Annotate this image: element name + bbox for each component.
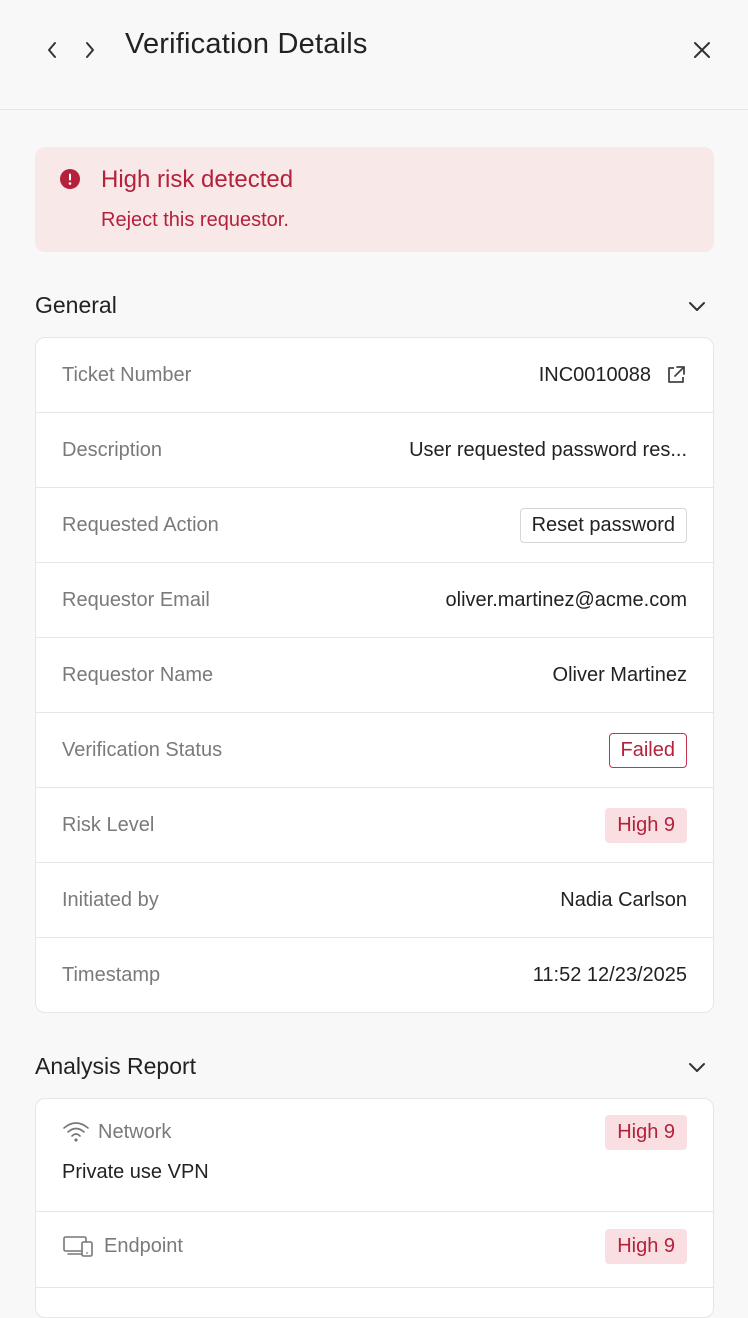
next-button[interactable]: [74, 34, 106, 66]
wifi-icon: [63, 1122, 89, 1142]
ticket-number-value: INC0010088: [538, 363, 651, 386]
row-risk-level: Risk Level High 9: [36, 788, 713, 863]
general-section-title: General: [35, 292, 117, 318]
timestamp-value: 11:52 12/23/2025: [532, 964, 687, 986]
row-label: Requestor Email: [62, 588, 210, 611]
analysis-item-label: Network: [98, 1120, 172, 1143]
previous-button[interactable]: [36, 34, 68, 66]
close-button[interactable]: [686, 34, 718, 66]
requested-action-tag: Reset password: [519, 507, 687, 543]
panel-header: Verification Details: [0, 0, 748, 110]
general-card: Ticket Number INC0010088 Description Use…: [35, 337, 714, 1013]
requestor-email-value: oliver.martinez@acme.com: [445, 588, 687, 611]
page-title: Verification Details: [125, 28, 368, 60]
risk-badge: High 9: [605, 1114, 687, 1150]
devices-icon: [63, 1236, 93, 1257]
chevron-down-icon[interactable]: [686, 1056, 708, 1078]
description-value: User requested password res...: [409, 438, 687, 461]
requestor-name-value: Oliver Martinez: [552, 663, 687, 686]
alert-title: High risk detected: [101, 166, 294, 193]
row-label: Risk Level: [62, 813, 155, 836]
analysis-item-network: Network High 9 Private use VPN: [36, 1099, 713, 1212]
row-label: Ticket Number: [62, 363, 192, 386]
initiated-by-value: Nadia Carlson: [560, 888, 687, 911]
risk-badge: High 9: [605, 807, 687, 843]
row-label: Requestor Name: [62, 663, 214, 686]
status-badge: Failed: [608, 732, 687, 768]
row-timestamp: Timestamp 11:52 12/23/2025: [36, 938, 713, 1012]
row-verification-status: Verification Status Failed: [36, 713, 713, 788]
row-requested-action: Requested Action Reset password: [36, 488, 713, 563]
close-icon: [694, 42, 710, 58]
row-label: Initiated by: [62, 888, 159, 911]
risk-alert: High risk detected Reject this requestor…: [35, 147, 714, 252]
row-requestor-name: Requestor Name Oliver Martinez: [36, 638, 713, 713]
row-requestor-email: Requestor Email oliver.martinez@acme.com: [36, 563, 713, 638]
alert-message: Reject this requestor.: [101, 209, 289, 231]
row-label: Timestamp: [62, 964, 161, 986]
row-label: Requested Action: [62, 513, 219, 536]
row-label: Verification Status: [62, 738, 223, 761]
risk-badge: High 9: [605, 1228, 687, 1264]
analysis-item-detail: Private use VPN: [62, 1161, 209, 1183]
row-description: Description User requested password res.…: [36, 413, 713, 488]
analysis-card: Network High 9 Private use VPN Endpoint …: [35, 1098, 714, 1318]
row-ticket-number: Ticket Number INC0010088: [36, 338, 713, 413]
chevron-down-icon[interactable]: [686, 295, 708, 317]
row-label: Description: [62, 438, 163, 461]
analysis-item-label: Endpoint: [104, 1234, 183, 1257]
external-link-icon[interactable]: [665, 364, 687, 386]
analysis-item-endpoint: Endpoint High 9: [36, 1212, 713, 1288]
analysis-section-title: Analysis Report: [35, 1053, 197, 1079]
alert-circle-icon: [60, 169, 80, 189]
row-initiated-by: Initiated by Nadia Carlson: [36, 863, 713, 938]
chevron-left-icon: [48, 42, 56, 58]
chevron-right-icon: [86, 42, 94, 58]
